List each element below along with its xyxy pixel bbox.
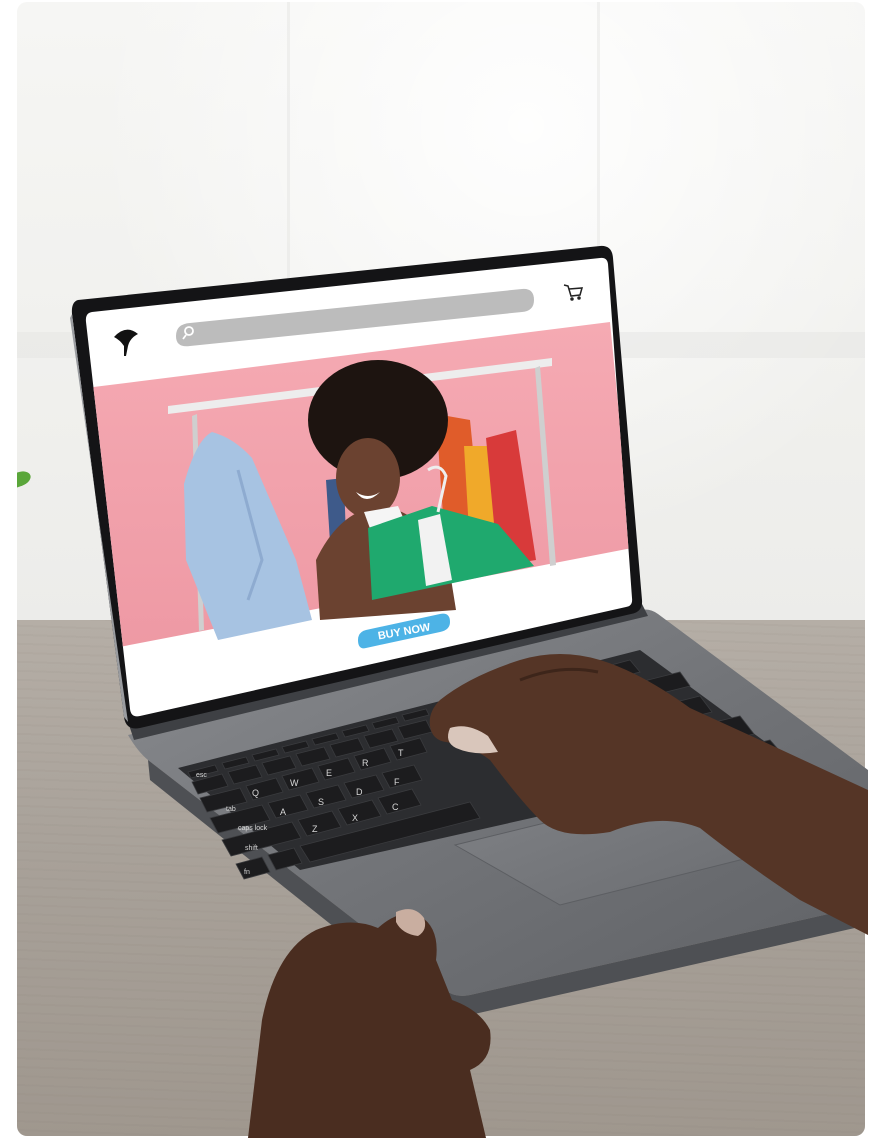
key-d: D (356, 787, 363, 797)
key-shift: shift (245, 845, 258, 852)
key-fn: fn (244, 869, 250, 876)
key-t: T (398, 748, 404, 758)
key-w: W (290, 778, 299, 788)
key-tab: tab (226, 806, 236, 813)
key-s: S (318, 797, 324, 807)
key-x: X (352, 813, 358, 823)
key-c: C (392, 802, 399, 812)
key-caps: caps lock (238, 825, 268, 832)
key-e: E (326, 768, 332, 778)
key-r: R (362, 758, 369, 768)
key-esc: esc (196, 772, 207, 779)
key-a: A (280, 807, 286, 817)
woman-face (336, 438, 400, 518)
key-z: Z (312, 824, 318, 834)
laptop: esc tab caps lock shift fn Q W E R T A S… (70, 245, 868, 1138)
key-q: Q (252, 788, 259, 798)
key-f: F (394, 777, 400, 787)
